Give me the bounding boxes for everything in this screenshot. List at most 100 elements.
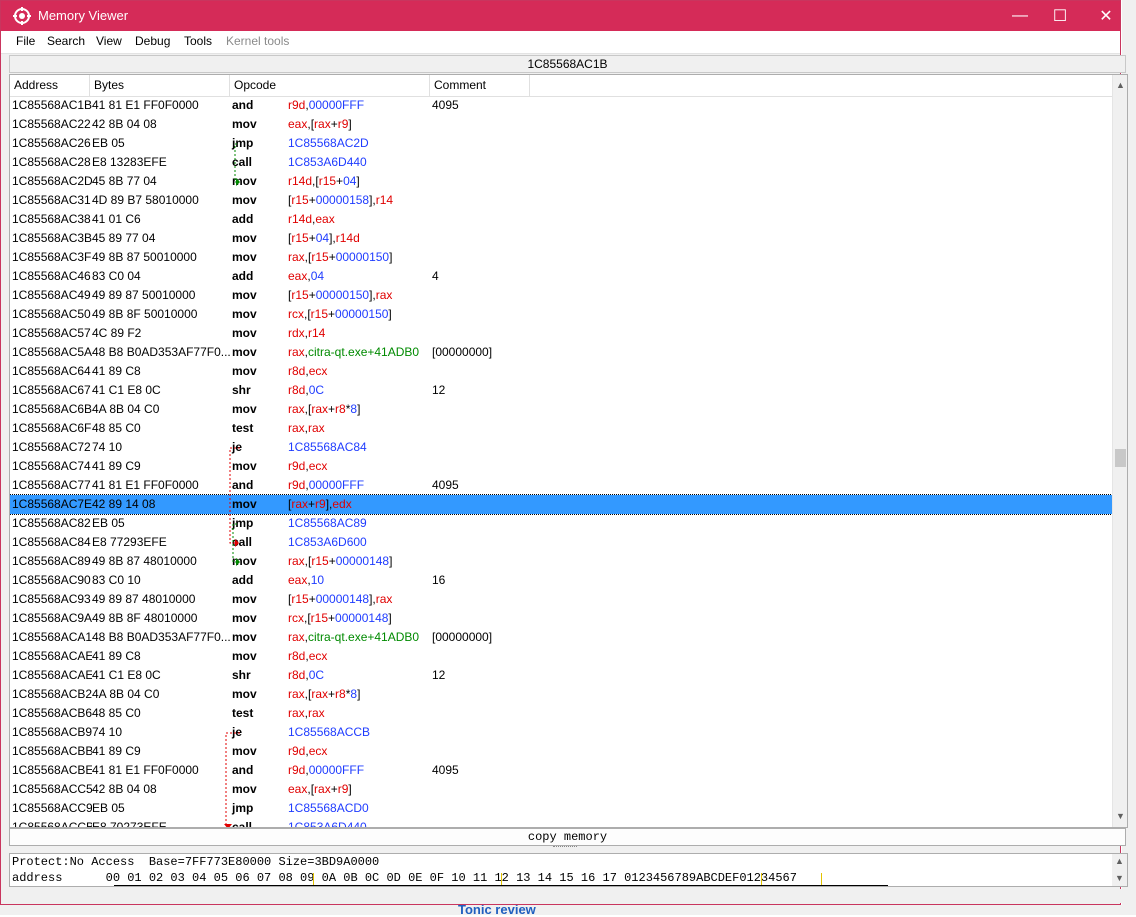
- operand-token: ]: [348, 117, 352, 131]
- instruction-row[interactable]: 1C85568AC50 49 8B 8F 50010000 mov rcx,[r15+…: [10, 305, 1112, 324]
- instruction-row[interactable]: 1C85568ACB6 48 85 C0 test rax,rax: [10, 704, 1112, 723]
- instruction-bytes: 74 10: [92, 725, 123, 739]
- splitter-grip[interactable]: [553, 846, 577, 851]
- instruction-row[interactable]: 1C85568AC72 74 10 je 1C85568AC84: [10, 438, 1112, 457]
- instruction-mnemonic: shr: [232, 668, 251, 682]
- operand-token: rax: [291, 497, 309, 511]
- instruction-row[interactable]: 1C85568AC77 41 81 E1 FF0F0000 and r9d,00000…: [10, 476, 1112, 495]
- instruction-address: 1C85568AC84: [12, 535, 91, 549]
- instruction-row[interactable]: 1C85568AC64 41 89 C8 mov r8d,ecx: [10, 362, 1112, 381]
- instruction-operands: 1C853A6D440: [288, 153, 430, 172]
- instruction-bytes: 49 89 87 48010000: [92, 592, 196, 606]
- operand-token: rax: [375, 592, 393, 606]
- column-header-address[interactable]: Address: [10, 75, 90, 96]
- instruction-row[interactable]: 1C85568AC6B 4A 8B 04 C0 mov rax,[rax+r8*8]: [10, 400, 1112, 419]
- instruction-address: 1C85568ACAE: [12, 668, 92, 682]
- instruction-operands: [r15+04],r14d: [288, 229, 430, 248]
- instruction-mnemonic: mov: [232, 193, 257, 207]
- menu-search[interactable]: Search: [47, 34, 85, 48]
- instruction-row[interactable]: 1C85568AC28 E8 13283EFE call 1C853A6D440: [10, 153, 1112, 172]
- operand-token: 00000150: [335, 250, 390, 264]
- instruction-row[interactable]: 1C85568AC46 83 C0 04 add eax,04 4: [10, 267, 1112, 286]
- instruction-bytes: 48 B8 B0AD353AF77F0...: [92, 630, 230, 644]
- scroll-up-icon[interactable]: ▲: [1113, 77, 1127, 94]
- instruction-row[interactable]: 1C85568AC26 EB 05 jmp 1C85568AC2D: [10, 134, 1112, 153]
- instruction-address: 1C85568AC77: [12, 478, 91, 492]
- close-button[interactable]: ✕: [1083, 1, 1129, 31]
- instruction-row[interactable]: 1C85568AC31 4D 89 B7 58010000 mov [r15+0000…: [10, 191, 1112, 210]
- instruction-row[interactable]: 1C85568AC49 49 89 87 50010000 mov [r15+0000…: [10, 286, 1112, 305]
- instruction-row[interactable]: 1C85568AC9A 49 8B 8F 48010000 mov rcx,[r15+…: [10, 609, 1112, 628]
- instruction-row[interactable]: 1C85568AC89 49 8B 87 48010000 mov rax,[r15+…: [10, 552, 1112, 571]
- instruction-comment: [00000000]: [432, 345, 493, 359]
- column-header-opcode[interactable]: Opcode: [230, 75, 430, 96]
- instruction-row[interactable]: 1C85568AC3B 45 89 77 04 mov [r15+04],r14d: [10, 229, 1112, 248]
- operand-token: 00000FFF: [308, 763, 365, 777]
- menu-file[interactable]: File: [16, 34, 35, 48]
- current-address-bar[interactable]: 1C85568AC1B: [9, 55, 1128, 73]
- instruction-row[interactable]: 1C85568AC3F 49 8B 87 50010000 mov rax,[r15+…: [10, 248, 1112, 267]
- instruction-row[interactable]: 1C85568AC57 4C 89 F2 mov rdx,r14: [10, 324, 1112, 343]
- instruction-bytes: E8 70273EFE: [92, 820, 167, 828]
- instruction-operands: r9d,ecx: [288, 457, 430, 476]
- instruction-operands: r8d,0C: [288, 666, 430, 685]
- instruction-operands: rax,citra-qt.exe+41ADB0: [288, 628, 430, 647]
- instruction-row[interactable]: 1C85568AC2D 45 8B 77 04 mov r14d,[r15+04]: [10, 172, 1112, 191]
- instruction-row[interactable]: 1C85568AC84 E8 77293EFE call 1C853A6D600: [10, 533, 1112, 552]
- copy-memory-button[interactable]: copy memory: [9, 828, 1126, 846]
- menu-debug[interactable]: Debug: [135, 34, 170, 48]
- column-header-bytes[interactable]: Bytes: [90, 75, 230, 96]
- instruction-bytes: 4D 89 B7 58010000: [92, 193, 199, 207]
- instruction-row[interactable]: 1C85568AC22 42 8B 04 08 mov eax,[rax+r9]: [10, 115, 1112, 134]
- instruction-operands: 1C85568AC2D: [288, 134, 430, 153]
- operand-token: eax: [288, 782, 308, 796]
- status-bar: [9, 889, 1122, 903]
- scrollbar-thumb[interactable]: [1115, 449, 1126, 467]
- operand-token: ]: [388, 611, 392, 625]
- instruction-row[interactable]: 1C85568ACC9 EB 05 jmp 1C85568ACD0: [10, 799, 1112, 818]
- instruction-row[interactable]: 1C85568AC6F 48 85 C0 test rax,rax: [10, 419, 1112, 438]
- maximize-button[interactable]: ☐: [1037, 1, 1083, 31]
- menu-tools[interactable]: Tools: [184, 34, 212, 48]
- instruction-row[interactable]: 1C85568AC90 83 C0 10 add eax,10 16: [10, 571, 1112, 590]
- instruction-bytes: 41 C1 E8 0C: [92, 383, 161, 397]
- hex-scroll-down-icon[interactable]: ▼: [1112, 871, 1127, 885]
- copy-memory-bar: copy memory: [9, 828, 1128, 846]
- instruction-mnemonic: add: [232, 269, 254, 283]
- instruction-mnemonic: mov: [232, 611, 257, 625]
- disassembler-view[interactable]: Address Bytes Opcode Comment 1C85568AC1B…: [9, 74, 1128, 828]
- instruction-row[interactable]: 1C85568ACBE 41 81 E1 FF0F0000 and r9d,00000…: [10, 761, 1112, 780]
- instruction-row[interactable]: 1C85568ACCB E8 70273EFE call 1C853A6D440: [10, 818, 1112, 828]
- menu-view[interactable]: View: [96, 34, 122, 48]
- instruction-row[interactable]: 1C85568ACBB 41 89 C9 mov r9d,ecx: [10, 742, 1112, 761]
- operand-token: rax: [288, 630, 305, 644]
- operand-token: 0C: [308, 383, 325, 397]
- instruction-row[interactable]: 1C85568AC93 49 89 87 48010000 mov [r15+0000…: [10, 590, 1112, 609]
- instruction-row[interactable]: 1C85568ACB2 4A 8B 04 C0 mov rax,[rax+r8*8]: [10, 685, 1112, 704]
- instruction-row[interactable]: 1C85568AC1B 41 81 E1 FF0F0000 and r9d,00000…: [10, 96, 1112, 115]
- instruction-row[interactable]: 1C85568AC38 41 01 C6 add r14d,eax: [10, 210, 1112, 229]
- instruction-row-selected[interactable]: 1C85568AC7E 42 89 14 08 mov [rax+r9],edx: [10, 494, 1112, 515]
- title-bar[interactable]: Memory Viewer — ☐ ✕: [1, 1, 1120, 31]
- instruction-row[interactable]: 1C85568ACB9 74 10 je 1C85568ACCB: [10, 723, 1112, 742]
- disassembler-scrollbar[interactable]: ▲ ▼: [1112, 75, 1127, 827]
- operand-token: rax: [288, 250, 305, 264]
- instruction-row[interactable]: 1C85568ACA1 48 B8 B0AD353AF77F0... mov rax,…: [10, 628, 1112, 647]
- instruction-mnemonic: mov: [232, 687, 257, 701]
- column-header-comment[interactable]: Comment: [430, 75, 530, 96]
- instruction-row[interactable]: 1C85568AC74 41 89 C9 mov r9d,ecx: [10, 457, 1112, 476]
- instruction-row[interactable]: 1C85568ACAE 41 C1 E8 0C shr r8d,0C 12: [10, 666, 1112, 685]
- hex-view[interactable]: Protect:No Access Base=7FF773E80000 Size…: [9, 853, 1128, 887]
- scroll-down-icon[interactable]: ▼: [1113, 808, 1127, 825]
- instruction-row[interactable]: 1C85568AC82 EB 05 jmp 1C85568AC89: [10, 514, 1112, 533]
- hex-scroll-up-icon[interactable]: ▲: [1112, 854, 1127, 868]
- hex-scrollbar[interactable]: ▲ ▼: [1112, 854, 1127, 886]
- instruction-row[interactable]: 1C85568ACAE 41 89 C8 mov r8d,ecx: [10, 647, 1112, 666]
- instruction-mnemonic: mov: [232, 250, 257, 264]
- instruction-address: 1C85568ACAE: [12, 649, 92, 663]
- instruction-address: 1C85568AC2D: [12, 174, 92, 188]
- operand-token: +: [330, 117, 338, 131]
- instruction-row[interactable]: 1C85568ACC5 42 8B 04 08 mov eax,[rax+r9]: [10, 780, 1112, 799]
- instruction-row[interactable]: 1C85568AC67 41 C1 E8 0C shr r8d,0C 12: [10, 381, 1112, 400]
- instruction-row[interactable]: 1C85568AC5A 48 B8 B0AD353AF77F0... mov rax,…: [10, 343, 1112, 362]
